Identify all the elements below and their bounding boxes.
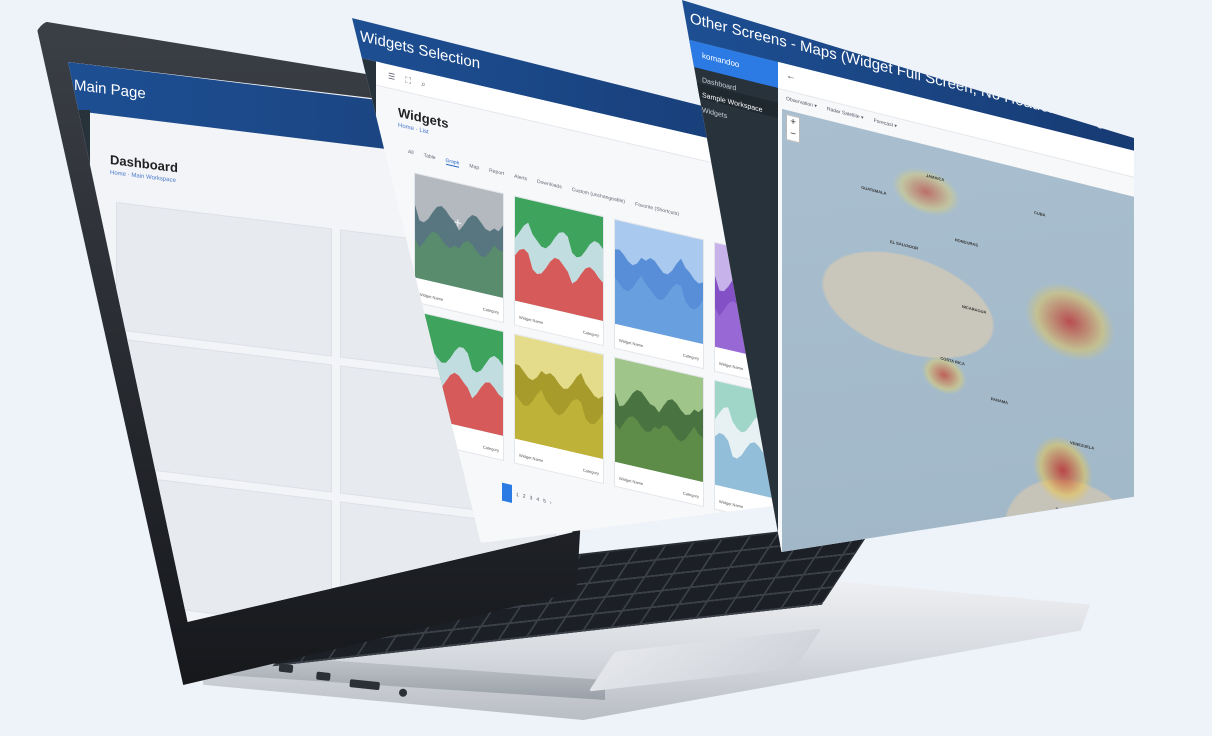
widget-name: Widget Name <box>719 360 744 372</box>
widget-thumbnail <box>515 196 603 321</box>
widget-card[interactable]: Widget Name Category <box>514 333 604 485</box>
page-button[interactable]: 2 <box>523 493 526 500</box>
widget-category: Category <box>582 329 599 339</box>
main-page-title: Main Page <box>74 76 146 103</box>
page-button[interactable]: 1 <box>516 492 519 499</box>
page-button[interactable]: 5 <box>543 498 546 505</box>
page-button[interactable]: 4 <box>536 497 539 504</box>
tab[interactable]: Downloads <box>537 179 562 192</box>
widget-thumbnail: + <box>415 173 503 298</box>
port <box>398 688 408 698</box>
widget-category: Category <box>682 352 699 362</box>
map-label: JAMAICA <box>926 173 945 183</box>
widget-category: Category <box>482 444 499 453</box>
zoom-controls: + − <box>786 113 800 144</box>
widget-category: Category <box>582 467 599 477</box>
back-arrow-icon[interactable]: ← <box>786 70 796 83</box>
pagination: 1 2 3 4 5 › <box>502 482 552 512</box>
widget-category: Category <box>482 306 499 315</box>
menu-icon[interactable]: ☰ <box>388 71 395 82</box>
tab[interactable]: All <box>408 149 414 157</box>
widget-name: Widget Name <box>419 291 444 303</box>
plus-icon[interactable]: + <box>454 214 462 232</box>
scene: Main Page Dashboard Home · Main Workspac… <box>0 0 1212 736</box>
map-label: COLOMBIA <box>1055 506 1078 517</box>
port <box>278 663 294 674</box>
widget-name: Widget Name <box>719 498 744 510</box>
port <box>349 679 381 691</box>
tab[interactable]: Favorite (Shortcuts) <box>635 201 679 218</box>
widget-name: Widget Name <box>519 314 544 326</box>
zoom-out-button[interactable]: − <box>787 127 799 142</box>
tab[interactable]: Map <box>469 163 479 172</box>
widget-thumbnail <box>615 219 703 345</box>
widget-card[interactable]: Widget Name Category <box>614 356 704 508</box>
map-label: COSTA RICA <box>940 355 965 367</box>
tab[interactable]: Table <box>424 153 436 163</box>
map-label: GUATEMALA <box>861 185 887 197</box>
map-label: PANAMA <box>990 395 1009 406</box>
page-button[interactable]: › <box>550 500 552 506</box>
widget-card[interactable]: Widget Name Category <box>614 218 704 370</box>
brand-name: komandoo <box>702 50 740 70</box>
filter-dropdown[interactable]: Observation ▾ <box>786 96 817 110</box>
widget-card[interactable]: Widget Name Category <box>514 195 604 347</box>
widget-thumbnail <box>515 334 603 459</box>
page-button[interactable]: 3 <box>530 495 533 502</box>
map-label: CUBA <box>1034 209 1046 218</box>
page-button-active[interactable] <box>502 482 512 503</box>
search-icon[interactable]: ⌕ <box>421 79 425 89</box>
map-label: VENEZUELA <box>1070 439 1095 451</box>
widget-category: Category <box>682 490 699 500</box>
widget-name: Widget Name <box>519 452 544 464</box>
widget-thumbnail <box>615 357 703 483</box>
port <box>315 671 331 681</box>
map-label: EL SALVADOR <box>890 239 919 252</box>
tab[interactable]: Report <box>489 168 504 178</box>
map-label: NICARAGUA <box>962 304 987 316</box>
widget-name: Widget Name <box>619 337 644 349</box>
weather-map[interactable]: + − GUATEMALA HONDURAS EL SALVADOR NICARAGU… <box>782 108 1134 552</box>
tab[interactable]: Custom (unchangeable) <box>572 187 625 206</box>
tab[interactable]: Alerts <box>514 173 527 183</box>
map-label: HONDURAS <box>954 236 978 248</box>
widget-card[interactable]: + Widget Name Category <box>414 172 504 324</box>
widget-name: Widget Name <box>619 475 644 487</box>
dashboard-tile[interactable] <box>116 202 332 357</box>
filter-dropdown[interactable]: Forecast ▾ <box>874 118 897 130</box>
tab[interactable]: Graph <box>445 157 460 168</box>
expand-icon[interactable]: ⛶ <box>405 75 411 85</box>
